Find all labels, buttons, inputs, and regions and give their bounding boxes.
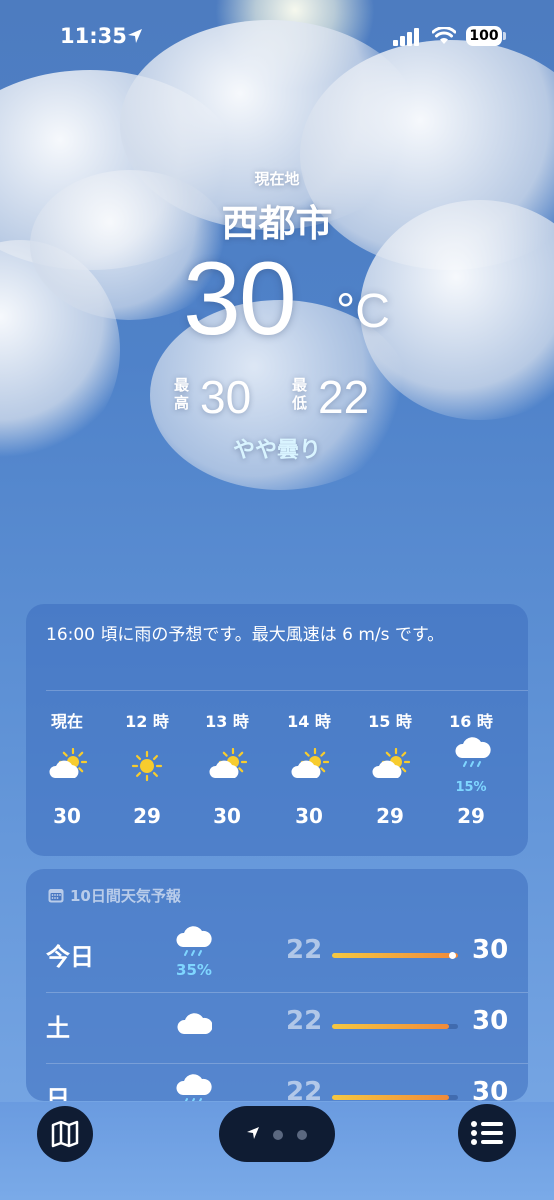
- map-icon: [51, 1120, 79, 1148]
- high-low: 最高 30 最低 22: [0, 368, 554, 428]
- daily-forecast-card[interactable]: 10日間天気予報 今日 35% 22 30 土 22 30 日 22 30: [26, 869, 528, 1101]
- precip-chance: 35%: [176, 961, 212, 979]
- hour-label: 16 時: [449, 712, 493, 731]
- day-high: 30: [472, 935, 509, 965]
- daily-forecast-title: 10日間天気予報: [70, 887, 181, 905]
- partly-cloudy-icon: [49, 748, 87, 778]
- wifi-icon: [432, 27, 456, 44]
- status-time: 11:35: [60, 24, 127, 48]
- day-icon-wrap: [174, 1002, 214, 1052]
- temp-range-bar: [332, 1024, 458, 1029]
- page-indicator[interactable]: [219, 1106, 335, 1162]
- location-label: 現在地: [254, 170, 300, 188]
- forecast-summary: 16:00 頃に雨の予想です。最大風速は 6 m/s です。: [46, 625, 445, 645]
- hour-temp: 29: [376, 804, 404, 828]
- hourly-forecast-card[interactable]: 16:00 頃に雨の予想です。最大風速は 6 m/s です。 現在 30 12 時 2…: [26, 604, 528, 856]
- temp-range-bar: [332, 1095, 458, 1100]
- hour-temp: 29: [457, 804, 485, 828]
- day-high: 30: [472, 1077, 509, 1101]
- status-bar: 11:35 100: [0, 0, 554, 70]
- daily-forecast-header: 10日間天気予報: [48, 885, 181, 906]
- battery-icon: 100: [466, 26, 502, 46]
- city-list-button[interactable]: [458, 1104, 516, 1162]
- hour-icon-wrap: [117, 732, 177, 794]
- hour-temp: 30: [53, 804, 81, 828]
- hourly-item: 16 時 15% 29: [441, 708, 501, 828]
- hourly-item: 12 時 29: [117, 708, 177, 828]
- temp-range-fill: [332, 1024, 450, 1029]
- day-name: 今日: [46, 943, 94, 971]
- rain-cloud-icon: [176, 1074, 212, 1101]
- temperature-unit: °C: [336, 285, 390, 338]
- location-arrow-icon: [128, 29, 142, 43]
- daily-row[interactable]: 日 22 30: [26, 1063, 528, 1101]
- day-low: 22: [286, 935, 323, 965]
- hour-temp: 30: [295, 804, 323, 828]
- low-label: 最低: [292, 376, 308, 412]
- hourly-item: 13 時 30: [197, 708, 257, 828]
- temperature-value: 30: [183, 241, 297, 357]
- rain-cloud-icon: [455, 737, 491, 767]
- day-low: 22: [286, 1006, 323, 1036]
- page-dot: [297, 1130, 307, 1140]
- daily-row[interactable]: 土 22 30: [26, 992, 528, 1062]
- high-value: 30: [200, 371, 252, 423]
- hour-icon-wrap: 15%: [441, 732, 501, 795]
- low-value: 22: [318, 371, 370, 423]
- hour-icon-wrap: [37, 732, 97, 794]
- hour-temp: 30: [213, 804, 241, 828]
- temp-range-fill: [332, 1095, 450, 1100]
- hour-label: 現在: [50, 712, 83, 731]
- hourly-item: 15 時 29: [360, 708, 420, 828]
- rain-cloud-icon: [176, 926, 212, 956]
- sun-icon: [131, 750, 163, 782]
- hourly-item: 14 時 30: [279, 708, 339, 828]
- daily-row[interactable]: 今日 35% 22 30: [26, 921, 528, 991]
- partly-cloudy-icon: [291, 748, 329, 778]
- list-icon: [471, 1121, 503, 1145]
- divider: [46, 690, 528, 691]
- battery-nub: [503, 32, 506, 40]
- map-button[interactable]: [37, 1106, 93, 1162]
- location-header: 現在地 西都市: [0, 168, 554, 247]
- precip-chance: 15%: [455, 780, 487, 795]
- cloud-icon: [177, 1013, 213, 1034]
- divider: [46, 992, 528, 993]
- temp-range-bar: [332, 952, 458, 959]
- high-label: 最高: [174, 376, 190, 412]
- hour-icon-wrap: [197, 732, 257, 794]
- day-name: 土: [46, 1014, 70, 1042]
- battery-level: 100: [469, 28, 499, 44]
- hour-label: 15 時: [368, 712, 412, 731]
- signal-icon: [393, 28, 419, 46]
- day-high: 30: [472, 1006, 509, 1036]
- hour-label: 13 時: [205, 712, 249, 731]
- hour-temp: 29: [133, 804, 161, 828]
- day-low: 22: [286, 1077, 323, 1101]
- hourly-item: 現在 30: [37, 708, 97, 828]
- current-temperature: 30 °C: [0, 240, 554, 360]
- divider: [46, 1063, 528, 1064]
- hour-icon-wrap: [360, 732, 420, 794]
- temp-range-fill: [332, 953, 458, 958]
- page-dot: [273, 1130, 283, 1140]
- day-icon-wrap: [174, 1073, 214, 1101]
- day-name: 日: [46, 1085, 70, 1101]
- city-name: 西都市: [221, 202, 333, 245]
- calendar-icon: [48, 889, 64, 903]
- weather-condition: やや曇り: [232, 438, 321, 463]
- partly-cloudy-icon: [209, 748, 247, 778]
- hour-label: 12 時: [125, 712, 169, 731]
- hour-label: 14 時: [287, 712, 331, 731]
- location-arrow-icon: [247, 1127, 259, 1139]
- hour-icon-wrap: [279, 732, 339, 794]
- partly-cloudy-icon: [372, 748, 410, 778]
